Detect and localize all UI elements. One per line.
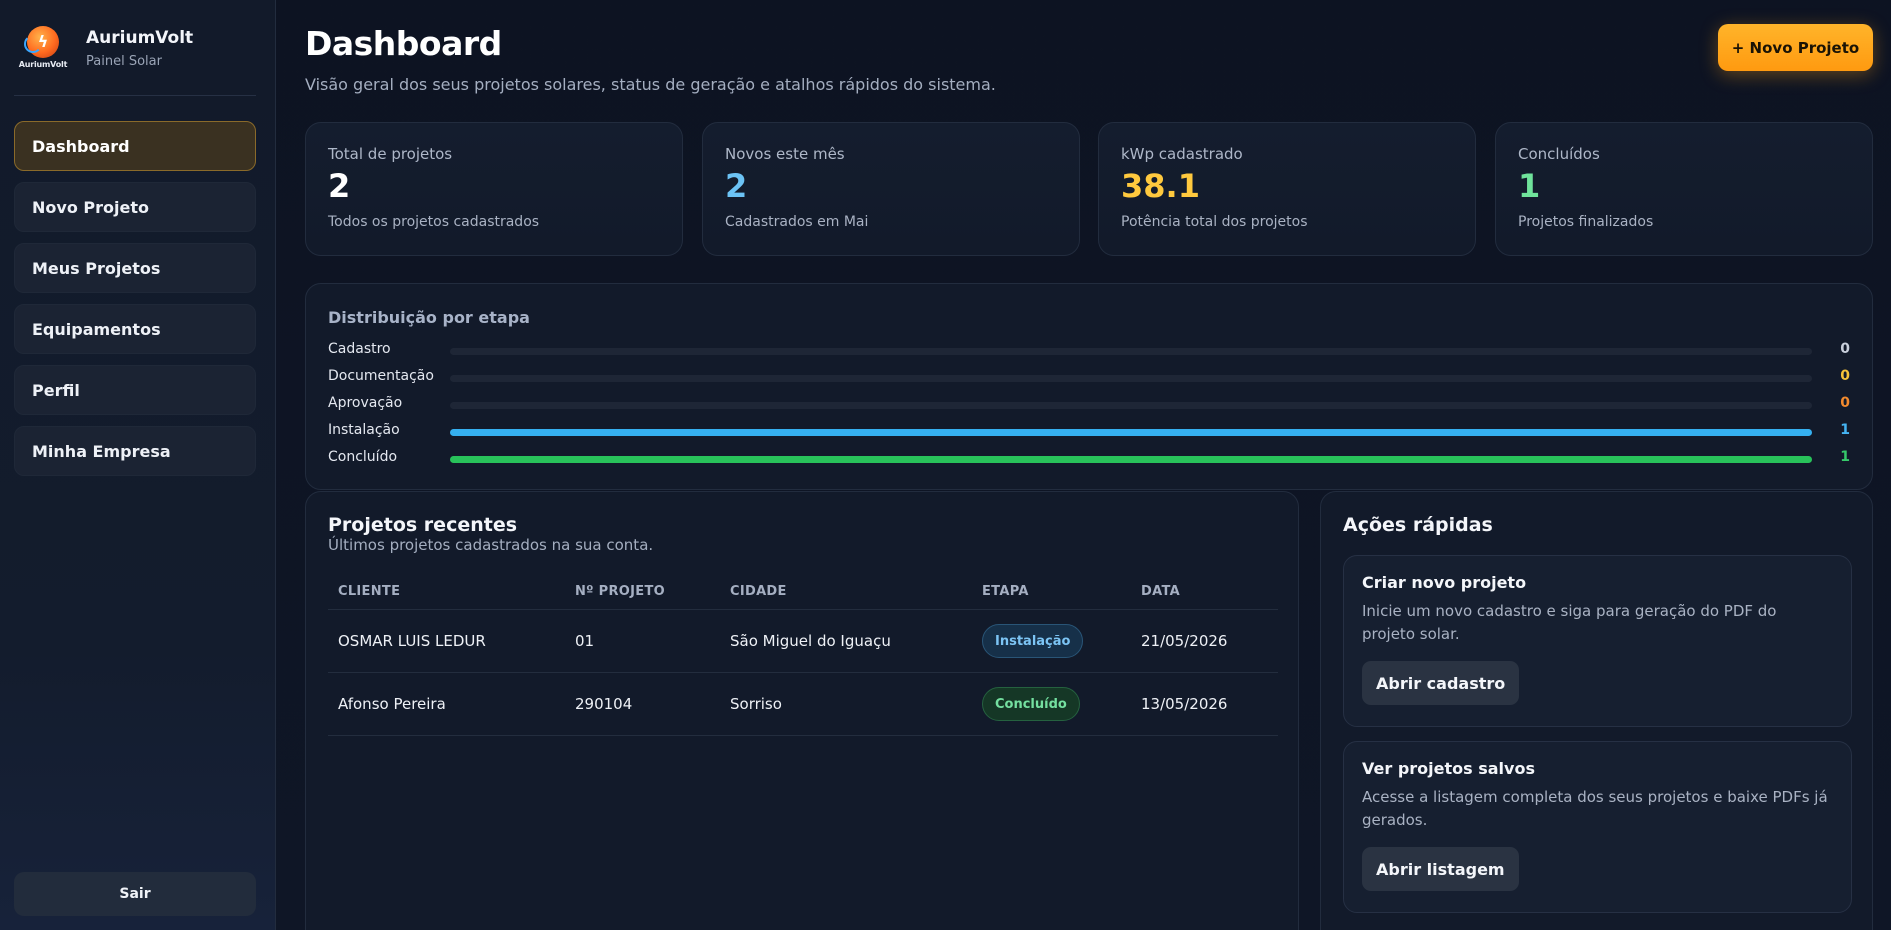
distribution-track — [450, 456, 1812, 463]
distribution-track — [450, 402, 1812, 409]
distribution-count: 1 — [1840, 449, 1850, 465]
recent-projects-table: CLIENTE Nº PROJETO CIDADE ETAPA DATA OSM… — [328, 572, 1278, 736]
stat-card-total: Total de projetos 2 Todos os projetos ca… — [305, 122, 683, 256]
solar-bolt-icon: ϟ — [24, 26, 59, 58]
sidebar-item-meus-projetos[interactable]: Meus Projetos — [14, 243, 256, 293]
brand[interactable]: ϟ AuriumVolt AuriumVolt Painel Solar — [18, 26, 193, 72]
logo-text: AuriumVolt — [18, 60, 68, 69]
distribution-label: Documentação — [328, 368, 434, 384]
stat-card-completed: Concluídos 1 Projetos finalizados — [1495, 122, 1873, 256]
quick-card-title: Criar novo projeto — [1362, 573, 1527, 592]
stat-label: Novos este mês — [725, 145, 845, 163]
stats-row: Total de projetos 2 Todos os projetos ca… — [305, 122, 1873, 256]
page-subtitle: Visão geral dos seus projetos solares, s… — [305, 75, 996, 94]
stat-card-new-this-month: Novos este mês 2 Cadastrados em Mai — [702, 122, 1080, 256]
quick-card-description: Acesse a listagem completa dos seus proj… — [1362, 788, 1828, 829]
stat-value: 38.1 — [1121, 167, 1200, 205]
cell-cliente: OSMAR LUIS LEDUR — [338, 632, 486, 650]
distribution-title: Distribuição por etapa — [328, 308, 530, 327]
stage-distribution-panel: Distribuição por etapa Cadastro 0 Docume… — [305, 283, 1873, 490]
sidebar: ϟ AuriumVolt AuriumVolt Painel Solar Das… — [0, 0, 276, 930]
table-row[interactable]: OSMAR LUIS LEDUR 01 São Miguel do Iguaçu… — [328, 610, 1278, 673]
sidebar-item-minha-empresa[interactable]: Minha Empresa — [14, 426, 256, 476]
cell-numero: 01 — [575, 632, 595, 650]
distribution-count: 0 — [1840, 395, 1850, 411]
status-badge: Concluído — [982, 687, 1080, 721]
sidebar-item-equipamentos[interactable]: Equipamentos — [14, 304, 256, 354]
stat-description: Cadastrados em Mai — [725, 214, 869, 231]
brand-name: AuriumVolt — [86, 28, 194, 48]
brand-subtitle: Painel Solar — [86, 54, 162, 69]
cell-cliente: Afonso Pereira — [338, 695, 446, 713]
distribution-row-cadastro: Cadastro 0 — [328, 341, 1850, 363]
column-header-cliente[interactable]: CLIENTE — [338, 584, 400, 599]
quick-card-saved-projects: Ver projetos salvos Acesse a listagem co… — [1343, 741, 1852, 913]
cell-data: 21/05/2026 — [1141, 632, 1228, 650]
logout-button[interactable]: Sair — [14, 872, 256, 916]
distribution-label: Instalação — [328, 422, 400, 438]
quick-card-description: Inicie um novo cadastro e siga para gera… — [1362, 602, 1777, 643]
stat-label: Total de projetos — [328, 145, 453, 163]
main-content: Dashboard Visão geral dos seus projetos … — [305, 0, 1873, 930]
distribution-row-instalacao: Instalação 1 — [328, 422, 1850, 444]
recent-projects-subtitle: Últimos projetos cadastrados na sua cont… — [328, 536, 654, 554]
stat-value: 2 — [725, 167, 748, 205]
table-header: CLIENTE Nº PROJETO CIDADE ETAPA DATA — [328, 572, 1278, 610]
new-project-button[interactable]: + Novo Projeto — [1718, 24, 1873, 71]
column-header-numero[interactable]: Nº PROJETO — [575, 584, 665, 599]
open-list-button[interactable]: Abrir listagem — [1362, 847, 1519, 891]
brand-logo: ϟ AuriumVolt — [18, 26, 68, 72]
distribution-track — [450, 375, 1812, 382]
distribution-count: 0 — [1840, 341, 1850, 357]
recent-projects-panel: Projetos recentes Últimos projetos cadas… — [305, 491, 1299, 930]
distribution-count: 0 — [1840, 368, 1850, 384]
stat-description: Todos os projetos cadastrados — [328, 214, 540, 231]
column-header-etapa[interactable]: ETAPA — [982, 584, 1029, 599]
recent-projects-title: Projetos recentes — [328, 514, 518, 536]
distribution-bar — [450, 429, 1812, 436]
stat-value: 2 — [328, 167, 351, 205]
distribution-row-aprovacao: Aprovação 0 — [328, 395, 1850, 417]
quick-actions-panel: Ações rápidas Criar novo projeto Inicie … — [1320, 491, 1873, 930]
distribution-count: 1 — [1840, 422, 1850, 438]
quick-card-title: Ver projetos salvos — [1362, 759, 1535, 778]
column-header-cidade[interactable]: CIDADE — [730, 584, 787, 599]
table-row[interactable]: Afonso Pereira 290104 Sorriso Concluído … — [328, 673, 1278, 736]
stat-description: Potência total dos projetos — [1121, 214, 1308, 231]
stat-value: 1 — [1518, 167, 1541, 205]
quick-card-create-project: Criar novo projeto Inicie um novo cadast… — [1343, 555, 1852, 727]
distribution-track — [450, 348, 1812, 355]
quick-actions-title: Ações rápidas — [1343, 514, 1493, 536]
stat-label: Concluídos — [1518, 145, 1600, 163]
cell-cidade: Sorriso — [730, 695, 782, 713]
cell-data: 13/05/2026 — [1141, 695, 1228, 713]
stat-label: kWp cadastrado — [1121, 145, 1243, 163]
stat-description: Projetos finalizados — [1518, 214, 1654, 231]
page-title: Dashboard — [305, 24, 502, 63]
sidebar-item-dashboard[interactable]: Dashboard — [14, 121, 256, 171]
distribution-row-concluido: Concluído 1 — [328, 449, 1850, 471]
distribution-label: Aprovação — [328, 395, 403, 411]
distribution-label: Cadastro — [328, 341, 391, 357]
sidebar-item-perfil[interactable]: Perfil — [14, 365, 256, 415]
column-header-data[interactable]: DATA — [1141, 584, 1180, 599]
distribution-label: Concluído — [328, 449, 398, 465]
cell-cidade: São Miguel do Iguaçu — [730, 632, 891, 650]
sidebar-item-novo-projeto[interactable]: Novo Projeto — [14, 182, 256, 232]
stat-card-kwp: kWp cadastrado 38.1 Potência total dos p… — [1098, 122, 1476, 256]
sidebar-nav: Dashboard Novo Projeto Meus Projetos Equ… — [14, 121, 256, 487]
sidebar-divider — [14, 95, 256, 96]
cell-numero: 290104 — [575, 695, 633, 713]
distribution-bar — [450, 456, 1812, 463]
distribution-track — [450, 429, 1812, 436]
status-badge: Instalação — [982, 624, 1084, 658]
distribution-row-documentacao: Documentação 0 — [328, 368, 1850, 390]
open-registration-button[interactable]: Abrir cadastro — [1362, 661, 1520, 705]
